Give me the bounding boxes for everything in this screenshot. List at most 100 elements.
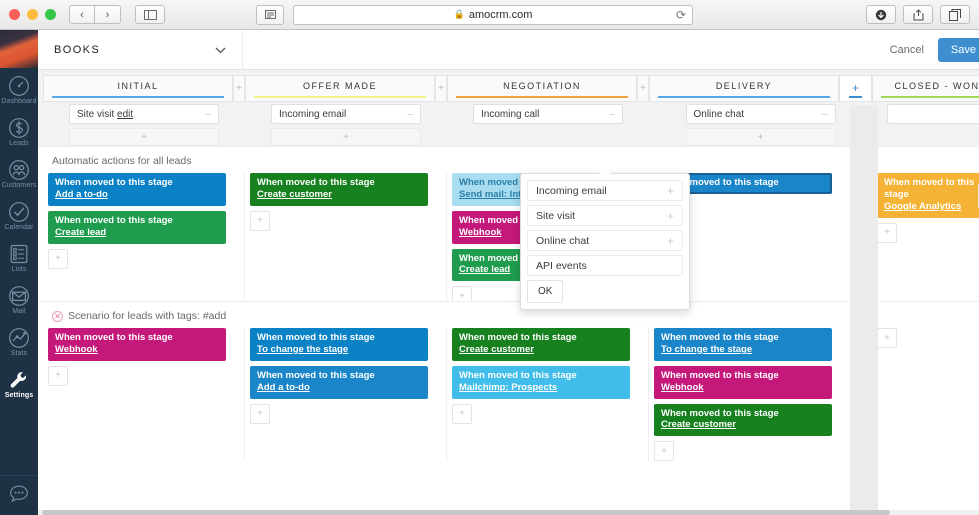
stage-header-negotiation[interactable]: NEGOTIATION xyxy=(447,75,637,102)
automation-card[interactable]: When moved to this stage Create customer xyxy=(654,403,832,437)
card-action-link[interactable]: Google Analytics xyxy=(884,201,979,213)
card-trigger-text: When moved to this stage xyxy=(257,332,375,343)
card-action-link[interactable]: Create customer xyxy=(661,419,825,431)
add-option-icon[interactable]: + xyxy=(667,234,674,248)
sidebar-chat[interactable] xyxy=(0,475,38,507)
pipeline-selector[interactable]: BOOKS xyxy=(38,29,243,70)
customers-icon xyxy=(9,160,29,180)
sidebar-item-label: Stats xyxy=(10,350,28,357)
trigger-dropdown-popup[interactable]: Incoming email + Site visit + Online chat + AP… xyxy=(520,168,690,310)
sidebar-item-label: Calendar xyxy=(4,224,34,231)
automation-card[interactable]: When moved to this stage Create lead xyxy=(48,210,226,244)
card-action-link[interactable]: Webhook xyxy=(55,344,219,356)
trigger-select-3[interactable]: Online chat ─ xyxy=(685,104,836,124)
stage-header-delivery[interactable]: DELIVERY xyxy=(649,75,839,102)
close-window-button[interactable] xyxy=(9,9,20,20)
automation-card[interactable]: When moved to this stage Create customer xyxy=(452,328,630,361)
sidebar-item-label: Dashboard xyxy=(1,98,37,105)
minimize-window-button[interactable] xyxy=(27,9,38,20)
card-action-link[interactable]: Mailchimp: Prospects xyxy=(459,382,623,394)
popup-option-2[interactable]: Online chat + xyxy=(527,230,683,251)
insert-stage-button-2[interactable]: + xyxy=(637,75,649,102)
add-automation-button[interactable]: + xyxy=(654,441,674,462)
reader-view-icon[interactable] xyxy=(256,4,284,25)
stage-header-offer-made[interactable]: OFFER MADE xyxy=(245,75,435,102)
add-automation-button[interactable]: + xyxy=(48,365,68,386)
scrollbar-thumb[interactable] xyxy=(42,510,891,515)
popup-option-1[interactable]: Site visit + xyxy=(527,205,683,226)
add-automation-button[interactable]: + xyxy=(877,328,897,348)
popup-ok-button[interactable]: OK xyxy=(527,280,564,303)
card-action-link[interactable]: Create customer xyxy=(257,189,421,201)
automation-card[interactable]: When moved to this stage Add a to-do xyxy=(250,365,428,399)
automation-card[interactable]: When moved to this stage Create customer xyxy=(250,173,428,206)
add-trigger-button-1[interactable]: + xyxy=(271,128,421,146)
trigger-select-2[interactable]: Incoming call ─ xyxy=(473,104,623,124)
add-trigger-button-3[interactable]: + xyxy=(685,128,836,146)
add-automation-button[interactable]: + xyxy=(452,403,472,424)
card-trigger-text: When moved to this stage xyxy=(459,332,577,343)
card-action-link[interactable]: To change the stage xyxy=(257,344,421,356)
card-action-link[interactable]: Create lead xyxy=(55,227,219,239)
leads-icon xyxy=(9,118,29,138)
card-action-link[interactable]: To change the stage xyxy=(661,344,825,356)
trigger-select-1[interactable]: Incoming email ─ xyxy=(271,104,421,124)
automation-card[interactable]: When moved to this stage Google Analytics xyxy=(877,173,979,218)
download-icon[interactable] xyxy=(866,5,896,24)
add-automation-button[interactable]: + xyxy=(877,222,897,243)
add-automation-button[interactable]: + xyxy=(250,403,270,424)
card-action-link[interactable]: Add a to-do xyxy=(257,382,421,394)
remove-scenario-icon[interactable]: ✕ xyxy=(52,310,63,322)
card-action-link[interactable]: Add a to-do xyxy=(55,189,219,201)
sidebar-item-calendar[interactable]: Calendar xyxy=(0,194,38,236)
automation-card[interactable]: When moved to this stage To change the st… xyxy=(654,328,832,361)
tabs-icon[interactable] xyxy=(940,5,970,24)
add-option-icon[interactable]: + xyxy=(667,209,674,223)
avatar[interactable] xyxy=(0,30,38,68)
address-bar[interactable]: 🔒 amocrm.com ⟳ xyxy=(293,4,693,25)
sidebar-item-customers[interactable]: Customers xyxy=(0,152,38,194)
board-scroll-strip[interactable] xyxy=(850,105,878,510)
trigger-select-0[interactable]: Site visit edit ─ xyxy=(69,104,219,124)
sidebar-item-leads[interactable]: Leads xyxy=(0,110,38,152)
popup-option-3[interactable]: API events xyxy=(527,255,683,276)
add-trigger-button-0[interactable]: + xyxy=(69,128,219,146)
card-action-link[interactable]: Create customer xyxy=(459,344,623,356)
sidebar-item-mail[interactable]: Mail xyxy=(0,278,38,320)
sidebar-item-lists[interactable]: Lists xyxy=(0,236,38,278)
add-option-icon[interactable]: + xyxy=(667,184,674,198)
popup-option-label: Site visit xyxy=(536,209,576,222)
forward-button[interactable]: › xyxy=(95,5,121,24)
stage-header-closed-won[interactable]: CLOSED - WON xyxy=(872,75,979,102)
add-automation-button[interactable]: + xyxy=(48,248,68,269)
automation-card[interactable]: When moved to this stage Webhook xyxy=(654,365,832,399)
automation-card[interactable]: When moved to this stage Webhook xyxy=(48,328,226,361)
add-automation-button[interactable]: + xyxy=(250,210,270,231)
automation-card[interactable]: When moved to this stage Mailchimp: Prosp… xyxy=(452,365,630,399)
add-stage-column-button[interactable]: + xyxy=(839,75,872,102)
window-controls[interactable] xyxy=(9,9,56,20)
trigger-edit-link[interactable]: edit xyxy=(117,109,133,120)
horizontal-scrollbar[interactable] xyxy=(38,510,979,515)
cancel-button[interactable]: Cancel xyxy=(890,44,924,56)
sidebar-item-settings[interactable]: Settings xyxy=(0,362,38,404)
insert-stage-button-1[interactable]: + xyxy=(435,75,447,102)
sidebar-toggle-icon[interactable] xyxy=(135,5,165,24)
automation-card[interactable]: When moved to this stage Add a to-do xyxy=(48,173,226,206)
save-button[interactable]: Save xyxy=(937,37,979,62)
stage-name: INITIAL xyxy=(117,81,159,91)
sidebar-item-dashboard[interactable]: Dashboard xyxy=(0,68,38,110)
popup-option-0[interactable]: Incoming email + xyxy=(527,180,683,201)
sidebar-item-stats[interactable]: Stats xyxy=(0,320,38,362)
share-icon[interactable] xyxy=(903,5,933,24)
reload-button[interactable]: ⟳ xyxy=(676,8,686,22)
stage-header-initial[interactable]: INITIAL xyxy=(43,75,233,102)
stage-column-initial: When moved to this stage Webhook + xyxy=(43,328,245,462)
sidebar-item-label: Lists xyxy=(11,266,27,273)
automation-card[interactable]: When moved to this stage To change the st… xyxy=(250,328,428,361)
back-button[interactable]: ‹ xyxy=(69,5,95,24)
insert-stage-button-0[interactable]: + xyxy=(233,75,245,102)
card-action-link[interactable]: Webhook xyxy=(661,382,825,394)
trigger-select-4[interactable] xyxy=(887,104,979,124)
maximize-window-button[interactable] xyxy=(45,9,56,20)
